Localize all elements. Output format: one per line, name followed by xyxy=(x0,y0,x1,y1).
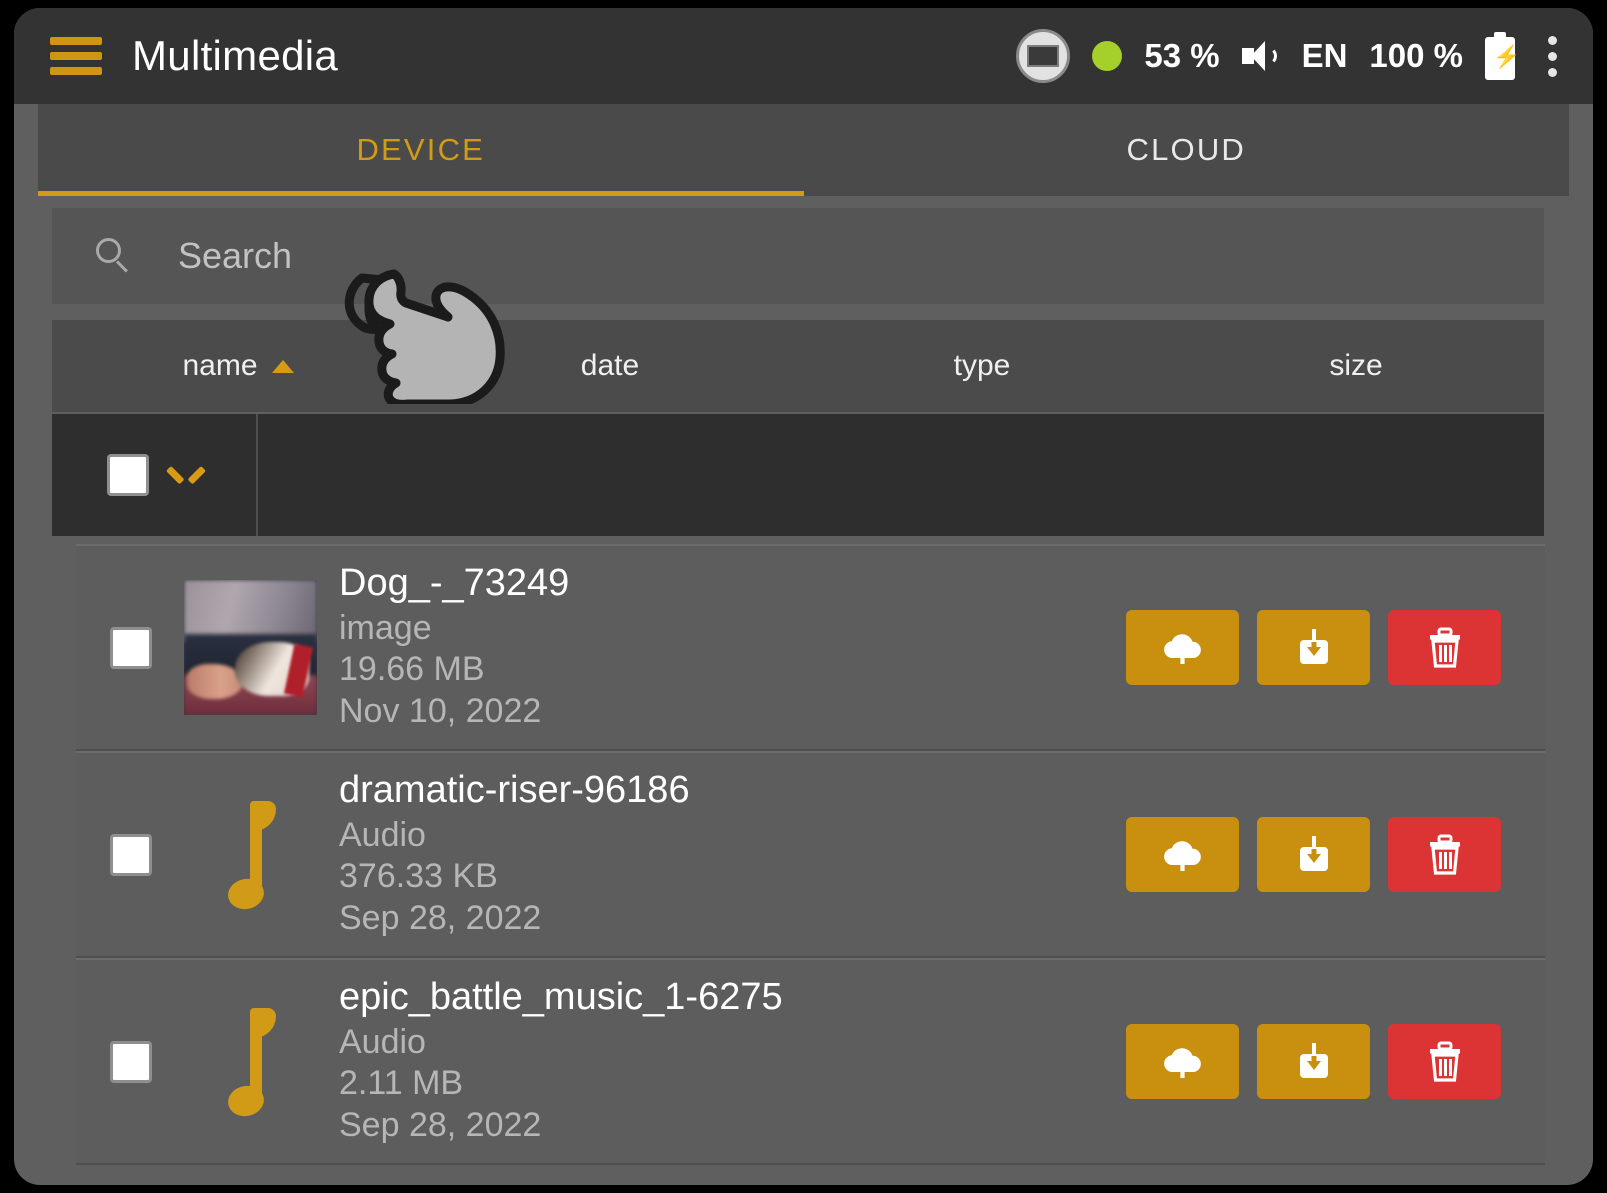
file-type: image xyxy=(339,608,432,647)
hamburger-menu-icon[interactable] xyxy=(50,37,102,75)
download-icon xyxy=(1299,1042,1328,1078)
file-date: Nov 10, 2022 xyxy=(339,691,542,730)
speaker-wave xyxy=(1268,47,1277,65)
battery-charging-icon: ⚡ xyxy=(1485,32,1521,80)
device-frame: Multimedia 53 % EN 100 % ⚡ DEVICE CLOUD … xyxy=(14,8,1593,1185)
row-checkbox[interactable] xyxy=(110,833,152,876)
app-bar: Multimedia 53 % EN 100 % ⚡ xyxy=(14,8,1593,104)
file-name: Dog_-_73249 xyxy=(339,561,570,604)
file-date: Sep 28, 2022 xyxy=(339,1105,542,1144)
battery-bolt: ⚡ xyxy=(1493,44,1521,69)
trash-icon xyxy=(1429,627,1460,668)
page-title: Multimedia xyxy=(132,32,339,79)
file-name: epic_battle_music_1-6275 xyxy=(339,975,783,1018)
file-size: 376.33 KB xyxy=(339,857,498,896)
screenshot-root: Multimedia 53 % EN 100 % ⚡ DEVICE CLOUD … xyxy=(0,0,1607,1193)
cloud-upload-icon xyxy=(1163,840,1201,871)
select-all-cell xyxy=(52,414,258,536)
column-header-name[interactable]: name xyxy=(52,349,424,383)
file-date: Sep 28, 2022 xyxy=(339,898,542,937)
screen-icon xyxy=(1016,29,1071,83)
green-dot-icon xyxy=(1092,41,1123,71)
sort-ascending-icon xyxy=(271,359,294,373)
search-icon-ring xyxy=(96,238,121,263)
cloud-upload-icon xyxy=(1163,1047,1201,1078)
battery-percent-label: 100 % xyxy=(1369,37,1463,74)
file-meta: Dog_-_73249 image 19.66 MB Nov 10, 2022 xyxy=(339,563,569,732)
row-checkbox[interactable] xyxy=(110,1040,152,1083)
hamburger-bar xyxy=(50,37,102,45)
cloud-upload-button[interactable] xyxy=(1126,1024,1239,1099)
delete-button[interactable] xyxy=(1388,1024,1501,1099)
column-header-row: name date type size xyxy=(52,320,1544,412)
tab-strip: DEVICE CLOUD xyxy=(38,104,1569,196)
file-type: Audio xyxy=(339,815,426,854)
table-row[interactable]: epic_battle_music_1-6275 Audio 2.11 MB S… xyxy=(76,958,1545,1165)
tab-cloud[interactable]: CLOUD xyxy=(804,104,1570,196)
note-flag xyxy=(250,801,276,831)
table-row[interactable]: dramatic-riser-96186 Audio 376.33 KB Sep… xyxy=(76,751,1545,958)
cloud-upload-button[interactable] xyxy=(1126,817,1239,892)
select-all-toolbar xyxy=(52,414,1544,536)
trash-icon xyxy=(1429,1041,1460,1082)
dot xyxy=(1547,51,1557,61)
search-icon-handle xyxy=(115,260,128,273)
file-name: dramatic-riser-96186 xyxy=(339,768,690,811)
column-header-name-label: name xyxy=(182,349,258,382)
file-type: Audio xyxy=(339,1022,426,1061)
speaker-icon[interactable] xyxy=(1241,39,1280,73)
table-row[interactable]: Dog_-_73249 image 19.66 MB Nov 10, 2022 xyxy=(76,544,1545,751)
speaker-cone xyxy=(1250,41,1265,71)
note-flag xyxy=(250,1008,276,1038)
search-input[interactable]: Search xyxy=(178,235,292,277)
column-header-date[interactable]: date xyxy=(424,349,796,383)
hamburger-bar xyxy=(50,67,102,75)
select-all-checkbox[interactable] xyxy=(107,454,149,496)
file-size: 19.66 MB xyxy=(339,650,485,689)
music-note-icon xyxy=(184,787,317,922)
download-button[interactable] xyxy=(1257,610,1370,685)
tab-device[interactable]: DEVICE xyxy=(38,104,804,196)
column-header-size[interactable]: size xyxy=(1168,349,1544,383)
cloud-upload-icon xyxy=(1163,633,1201,664)
column-header-type[interactable]: type xyxy=(796,349,1168,383)
more-vertical-icon[interactable] xyxy=(1537,27,1567,85)
language-label: EN xyxy=(1301,37,1348,74)
chevron-down-icon[interactable] xyxy=(171,466,201,484)
file-list: Dog_-_73249 image 19.66 MB Nov 10, 2022 xyxy=(76,544,1545,1185)
file-size: 2.11 MB xyxy=(339,1064,464,1103)
dot xyxy=(1547,35,1557,45)
cloud-upload-button[interactable] xyxy=(1126,610,1239,685)
search-icon xyxy=(96,238,132,274)
screen-icon-inner xyxy=(1027,45,1060,67)
download-icon xyxy=(1299,835,1328,871)
download-button[interactable] xyxy=(1257,1024,1370,1099)
status-bar: 53 % EN 100 % ⚡ xyxy=(1016,27,1567,85)
file-meta: epic_battle_music_1-6275 Audio 2.11 MB S… xyxy=(339,977,783,1146)
delete-button[interactable] xyxy=(1388,817,1501,892)
file-meta: dramatic-riser-96186 Audio 376.33 KB Sep… xyxy=(339,770,690,939)
delete-button[interactable] xyxy=(1388,610,1501,685)
download-button[interactable] xyxy=(1257,817,1370,892)
hamburger-bar xyxy=(50,52,102,60)
row-checkbox[interactable] xyxy=(110,626,152,669)
row-actions xyxy=(1126,817,1501,892)
thumb-layer xyxy=(184,580,317,643)
row-actions xyxy=(1126,610,1501,685)
music-note-icon xyxy=(184,994,317,1129)
download-icon xyxy=(1299,628,1328,664)
dog-photo-thumbnail xyxy=(184,580,317,715)
signal-percent-label: 53 % xyxy=(1144,37,1220,74)
dot xyxy=(1547,67,1557,77)
search-field[interactable]: Search xyxy=(52,208,1544,304)
trash-icon xyxy=(1429,834,1460,875)
row-actions xyxy=(1126,1024,1501,1099)
